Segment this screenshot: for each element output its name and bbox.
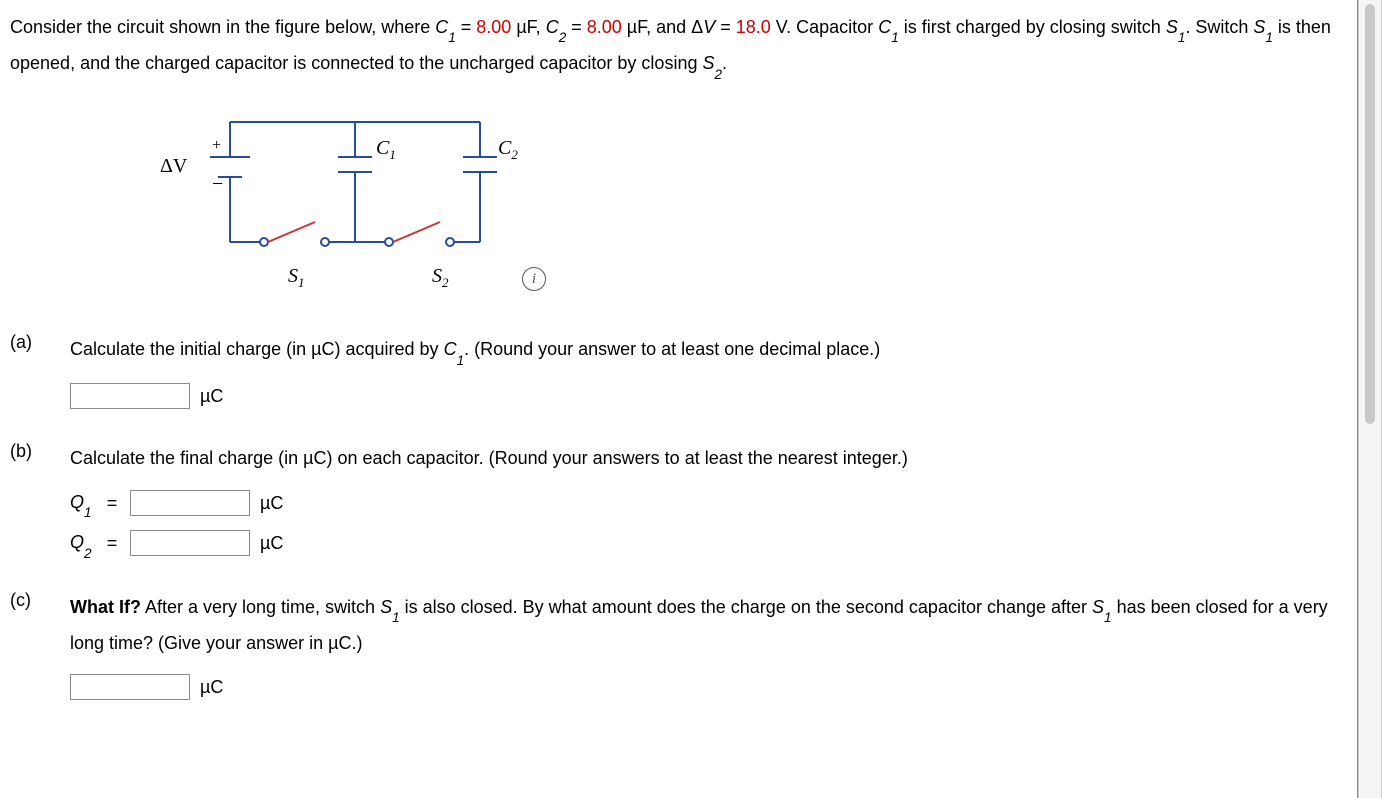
s1-symbol: S1	[1166, 17, 1186, 37]
problem-statement: Consider the circuit shown in the figure…	[10, 10, 1337, 82]
answer-c-input[interactable]	[70, 674, 190, 700]
c2-symbol: C2	[546, 17, 567, 37]
what-if-label: What If?	[70, 597, 141, 617]
q2-symbol: Q2	[70, 525, 94, 561]
minus-label: −	[212, 173, 223, 195]
c1-symbol: C1	[435, 17, 456, 37]
part-b: (b) Calculate the final charge (in µC) o…	[10, 441, 1337, 562]
c1-symbol-b: C1	[878, 17, 899, 37]
info-icon[interactable]: i	[522, 267, 546, 291]
part-c-label: (c)	[10, 590, 70, 705]
unit-c: µC	[200, 670, 223, 704]
part-a-text: Calculate the initial charge (in µC) acq…	[70, 339, 444, 359]
q1-symbol: Q1	[70, 485, 94, 521]
question-content: { "intro": { "pre": "Consider the circui…	[0, 0, 1358, 798]
part-b-label: (b)	[10, 441, 70, 562]
v-symbol: V	[703, 17, 715, 37]
scrollbar-track[interactable]	[1358, 0, 1382, 798]
dv-value: 18.0	[736, 17, 771, 37]
scrollbar-thumb[interactable]	[1365, 4, 1375, 424]
answer-q2-input[interactable]	[130, 530, 250, 556]
dv-label: ΔV	[160, 155, 188, 177]
plus-label: +	[212, 137, 221, 154]
c1-value: 8.00	[476, 17, 511, 37]
part-a: (a) Calculate the initial charge (in µC)…	[10, 332, 1337, 412]
part-a-label: (a)	[10, 332, 70, 412]
unit-q1: µC	[260, 486, 283, 520]
s1-symbol-b: S1	[1253, 17, 1273, 37]
part-c: (c) What If? After a very long time, swi…	[10, 590, 1337, 705]
answer-a-input[interactable]	[70, 383, 190, 409]
answer-q1-input[interactable]	[130, 490, 250, 516]
s2-symbol: S2	[702, 53, 722, 73]
c1-fig-label: C1	[376, 137, 396, 162]
s1-fig-label: S1	[288, 265, 305, 290]
unit-q2: µC	[260, 526, 283, 560]
part-b-text: Calculate the final charge (in µC) on ea…	[70, 441, 1337, 475]
s2-fig-label: S2	[432, 265, 449, 290]
intro-text: Consider the circuit shown in the figure…	[10, 17, 435, 37]
c2-value: 8.00	[587, 17, 622, 37]
c2-fig-label: C2	[498, 137, 518, 162]
unit-a: µC	[200, 379, 223, 413]
circuit-figure: ΔV + − C1 C2 S1 S2 i	[140, 102, 560, 302]
